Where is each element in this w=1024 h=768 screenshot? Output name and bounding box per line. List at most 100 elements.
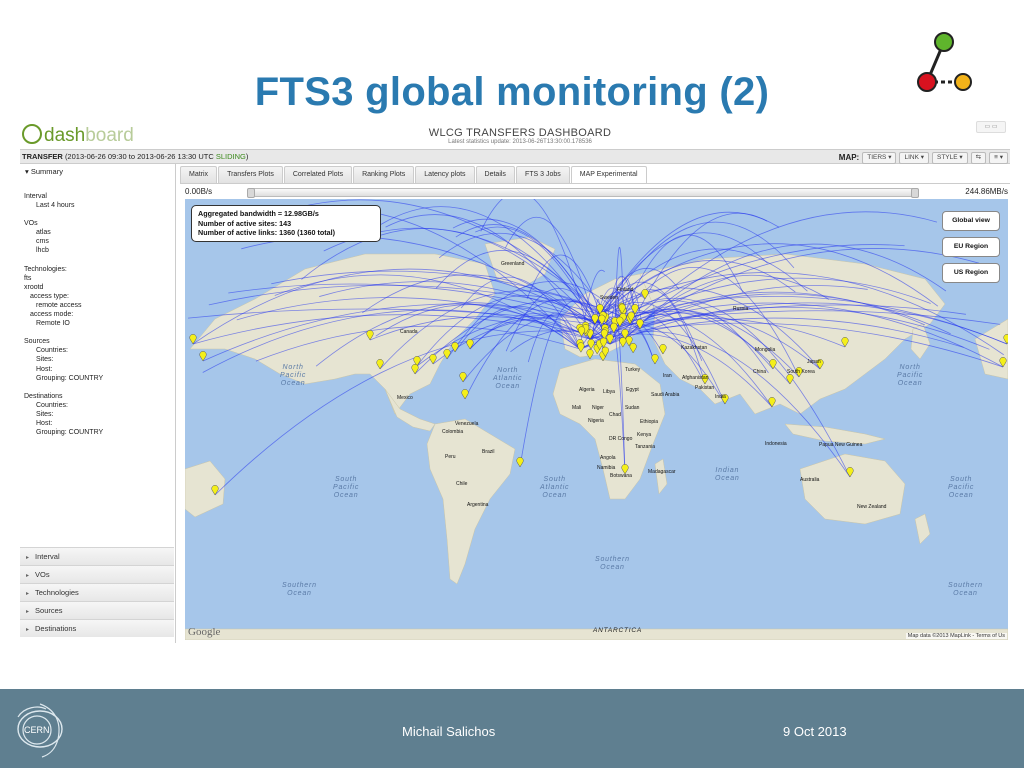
- accordion-interval[interactable]: ▸ Interval: [20, 547, 174, 565]
- style-select[interactable]: STYLE ▾: [932, 151, 968, 164]
- interval-heading: Interval: [24, 193, 47, 200]
- summary-label: Summary: [30, 167, 63, 176]
- ocean-label: Southern Ocean: [595, 556, 630, 571]
- accordion-technologies[interactable]: ▸ Technologies: [20, 583, 174, 601]
- tab-matrix[interactable]: Matrix: [180, 166, 218, 183]
- site-marker: [461, 389, 469, 400]
- transfer-bar: TRANSFER (2013-06-26 09:30 to 2013-06-26…: [20, 149, 1010, 164]
- indonesia: [784, 423, 886, 445]
- sources-sites: Sites:: [36, 356, 54, 364]
- caret-down-icon: ▾: [25, 167, 29, 176]
- place-label: Papua New Guinea: [819, 442, 863, 448]
- place-label: Angola: [600, 455, 616, 461]
- destinations-sites: Sites:: [36, 410, 54, 418]
- summary-tree: Interval Last 4 hours VOs atlas cms lhcb…: [24, 192, 103, 437]
- accordion-sources[interactable]: ▸ Sources: [20, 601, 174, 619]
- africa: [552, 358, 666, 500]
- transfer-label: TRANSFER: [22, 152, 63, 161]
- dashboard-title: WLCG TRANSFERS DASHBOARD: [428, 127, 612, 139]
- sources-host: Host:: [36, 365, 53, 373]
- tabs-divider: [180, 183, 1010, 184]
- place-label: Mali: [572, 405, 582, 411]
- ocean-label: North Pacific Ocean: [897, 364, 924, 387]
- accordion-destinations[interactable]: ▸ Destinations: [20, 619, 174, 637]
- australia: [799, 453, 906, 525]
- access-type-value: remote access: [36, 301, 82, 309]
- tiers-select[interactable]: TIERS ▾: [862, 151, 897, 164]
- place-label: China: [753, 369, 767, 375]
- us-region-button[interactable]: US Region: [942, 263, 1000, 283]
- map-controls-label: MAP:: [838, 153, 860, 162]
- tab-fts3-jobs[interactable]: FTS 3 Jobs: [515, 166, 570, 183]
- aggregated-bandwidth: Aggregated bandwidth = 12.98GB/s: [198, 209, 319, 218]
- place-label: Brazil: [482, 449, 495, 455]
- place-label: Mexico: [397, 395, 413, 401]
- new-zealand: [914, 513, 931, 545]
- access-mode-label: access mode:: [30, 311, 74, 319]
- tab-latency-plots[interactable]: Latency plots: [415, 166, 475, 183]
- transfer-range-close: ): [245, 152, 249, 161]
- transfer-range: (2013-06-26 09:30 to 2013-06-26 13:30 UT…: [64, 152, 216, 161]
- accordion-vos[interactable]: ▸ VOs: [20, 565, 174, 583]
- place-label: Canada: [400, 329, 418, 335]
- slider-max-handle[interactable]: [911, 188, 919, 198]
- place-label: Japan: [807, 359, 821, 365]
- world-transfer-map[interactable]: Aggregated bandwidth = 12.98GB/s Number …: [185, 199, 1008, 640]
- link-select[interactable]: LINK ▾: [899, 151, 929, 164]
- north-america: [189, 253, 496, 415]
- accordion-label: VOs: [35, 570, 50, 579]
- place-label: Sweden: [600, 295, 619, 301]
- link-select-label: LINK: [904, 153, 919, 161]
- place-label: Nigeria: [588, 418, 604, 424]
- eu-region-button[interactable]: EU Region: [942, 237, 1000, 257]
- dashboard-screenshot: dashboard WLCG TRANSFERS DASHBOARD Lates…: [20, 118, 1010, 643]
- bandwidth-range: 0.00B/s 244.86MB/s: [185, 186, 1010, 198]
- place-label: Algeria: [579, 387, 595, 393]
- ocean-label: South Atlantic Ocean: [540, 476, 570, 499]
- options-icon[interactable]: ≡ ▾: [989, 151, 1008, 164]
- place-label: Libya: [603, 389, 615, 395]
- place-label: DR Congo: [609, 436, 633, 442]
- place-label: Tanzania: [635, 444, 656, 450]
- sliding-link[interactable]: SLIDING: [216, 152, 246, 161]
- tab-ranking-plots[interactable]: Ranking Plots: [353, 166, 415, 183]
- accordion-label: Interval: [35, 552, 60, 561]
- place-label: Namibia: [597, 465, 616, 471]
- vo-item: atlas: [36, 229, 51, 237]
- window-button[interactable]: ▭ ▭: [976, 121, 1006, 133]
- place-label: Chad: [609, 412, 621, 418]
- place-label: Indonesia: [765, 441, 787, 447]
- slide-footer: CERN Michail Salichos 9 Oct 2013: [0, 689, 1024, 768]
- share-icon[interactable]: ⇆: [970, 151, 987, 164]
- technology-item: fts: [24, 274, 32, 282]
- place-label: Greenland: [501, 261, 525, 267]
- map-stats-box: Aggregated bandwidth = 12.98GB/s Number …: [191, 205, 381, 242]
- accordion-label: Technologies: [35, 588, 79, 597]
- summary-toggle[interactable]: ▾ Summary: [25, 167, 63, 176]
- global-view-button[interactable]: Global view: [942, 211, 1000, 231]
- place-label: Saudi Arabia: [651, 392, 680, 398]
- place-label: Afghanistan: [682, 375, 709, 381]
- map-attribution[interactable]: Map data ©2013 MapLink - Terms of Us: [905, 633, 1007, 639]
- style-select-label: STYLE: [937, 153, 958, 161]
- land-layer: [185, 236, 1008, 640]
- map-controls: MAP: TIERS ▾ LINK ▾ STYLE ▾ ⇆ ≡ ▾: [839, 151, 1008, 164]
- place-label: India: [715, 394, 726, 400]
- place-label: Chile: [456, 481, 468, 487]
- destinations-heading: Destinations: [24, 392, 63, 400]
- filter-panel: ▾ Summary Interval Last 4 hours VOs atla…: [20, 164, 176, 643]
- tab-details[interactable]: Details: [475, 166, 515, 183]
- logo-text-main: dash: [44, 125, 86, 146]
- active-sites-count: Number of active sites: 143: [198, 218, 292, 228]
- ocean-label: South Pacific Ocean: [333, 476, 360, 499]
- place-label: Russia: [733, 306, 749, 312]
- place-label: Sudan: [625, 405, 640, 411]
- bandwidth-slider[interactable]: [247, 188, 919, 198]
- site-marker: [459, 372, 467, 383]
- tab-transfers-plots[interactable]: Transfers Plots: [218, 166, 283, 183]
- tab-map-experimental[interactable]: MAP Experimental: [570, 166, 647, 184]
- tab-correlated-plots[interactable]: Correlated Plots: [283, 166, 353, 183]
- footer-author: Michail Salichos: [402, 724, 496, 739]
- place-label: Ethiopia: [640, 419, 659, 425]
- slider-min-handle[interactable]: [247, 188, 255, 198]
